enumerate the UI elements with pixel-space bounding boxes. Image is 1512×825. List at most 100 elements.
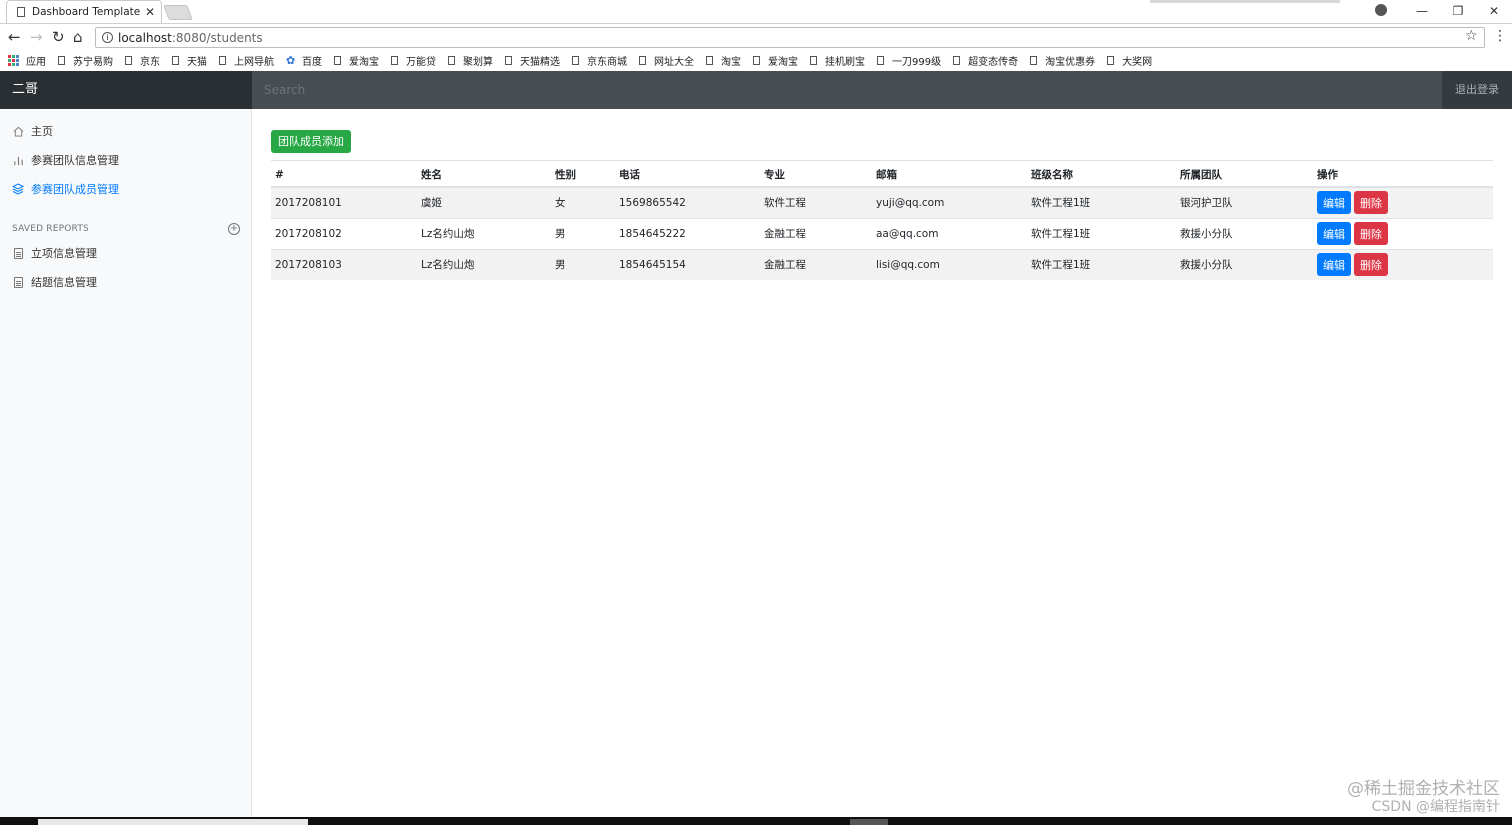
bookmark-jd-mall[interactable]: 京东商城 xyxy=(572,53,627,68)
profile-icon[interactable] xyxy=(1375,4,1387,16)
page-icon xyxy=(953,56,961,65)
home-button-icon[interactable]: ⌂ xyxy=(73,28,83,46)
file-text-icon xyxy=(12,276,24,288)
top-navbar: 二哥 退出登录 xyxy=(0,71,1512,109)
sidebar-item-label: 参赛团队成员管理 xyxy=(31,183,119,196)
bookmark-wannengdai[interactable]: 万能贷 xyxy=(391,53,436,68)
add-report-icon[interactable]: + xyxy=(228,223,240,235)
page-icon xyxy=(448,56,455,65)
add-member-button[interactable]: 团队成员添加 xyxy=(271,130,351,153)
navbar-brand[interactable]: 二哥 xyxy=(0,71,252,109)
bookmark-label: 爱淘宝 xyxy=(768,57,798,68)
apps-grid-icon[interactable] xyxy=(8,54,20,67)
browser-menu-icon[interactable]: ⋮ xyxy=(1493,28,1507,44)
bookmark-label: 超变态传奇 xyxy=(968,57,1019,68)
cell-actions: 编辑 删除 xyxy=(1313,248,1493,280)
cell-gender: 女 xyxy=(551,186,615,218)
bookmark-label: 天猫 xyxy=(187,57,207,68)
page-icon xyxy=(639,56,646,65)
bar-chart-icon xyxy=(12,154,24,166)
bookmark-label: 网址大全 xyxy=(654,57,694,68)
browser-tab-title: Dashboard Template fo xyxy=(32,6,141,18)
browser-tab-strip: Dashboard Template fo ✕ — ❐ ✕ xyxy=(0,0,1512,23)
col-id: # xyxy=(271,160,417,188)
bookmark-label: 聚划算 xyxy=(463,57,493,68)
os-taskbar xyxy=(0,817,1512,825)
delete-button[interactable]: 删除 xyxy=(1354,253,1388,277)
bookmark-url-directory[interactable]: 网址大全 xyxy=(639,53,694,68)
cell-email: aa@qq.com xyxy=(872,217,1027,249)
cell-actions: 编辑 删除 xyxy=(1313,186,1493,218)
sidebar-item-project-info[interactable]: 立项信息管理 xyxy=(12,244,97,262)
page-icon xyxy=(125,56,132,65)
close-window-button[interactable]: ✕ xyxy=(1476,4,1512,18)
page-icon xyxy=(219,56,226,65)
bookmark-tmall-select[interactable]: 天猫精选 xyxy=(505,53,560,68)
minimize-button[interactable]: — xyxy=(1404,4,1440,18)
sidebar-item-teams[interactable]: 参赛团队信息管理 xyxy=(12,151,119,169)
bookmark-taobao[interactable]: 淘宝 xyxy=(706,53,741,68)
back-arrow-icon[interactable]: ← xyxy=(8,28,21,46)
page-icon xyxy=(706,56,713,65)
browser-tab[interactable]: Dashboard Template fo ✕ xyxy=(6,0,162,23)
sidebar-item-closing-info[interactable]: 结题信息管理 xyxy=(12,273,97,291)
bookmark-tmall[interactable]: 天猫 xyxy=(172,53,207,68)
bookmark-dajiang[interactable]: 大奖网 xyxy=(1107,53,1152,68)
restore-button[interactable]: ❐ xyxy=(1440,4,1476,18)
bookmark-label: 淘宝 xyxy=(721,57,741,68)
bookmark-label: 万能贷 xyxy=(406,57,436,68)
layers-icon xyxy=(12,183,24,195)
sidebar-item-label: 主页 xyxy=(31,125,53,138)
delete-button[interactable]: 删除 xyxy=(1354,222,1388,245)
forward-arrow-icon[interactable]: → xyxy=(30,28,43,46)
bookmark-juhuasuan[interactable]: 聚划算 xyxy=(448,53,493,68)
edit-button[interactable]: 编辑 xyxy=(1317,253,1351,277)
bookmark-label: 大奖网 xyxy=(1122,57,1153,68)
bookmark-yidao[interactable]: 一刀999级 xyxy=(877,53,941,68)
bookmark-label: 天猫精选 xyxy=(520,57,560,68)
url-host: localhost xyxy=(118,30,172,45)
bookmark-chuanqi[interactable]: 超变态传奇 xyxy=(953,53,1018,68)
sidebar-item-home[interactable]: 主页 xyxy=(12,122,53,140)
bookmark-suning[interactable]: 苏宁易购 xyxy=(58,53,113,68)
cell-name: 虞姬 xyxy=(417,186,551,218)
bookmark-coupon[interactable]: 淘宝优惠券 xyxy=(1030,53,1095,68)
close-tab-icon[interactable]: ✕ xyxy=(145,5,155,19)
cell-id: 2017208102 xyxy=(271,217,417,249)
home-icon xyxy=(12,125,24,137)
bookmark-star-icon[interactable]: ☆ xyxy=(1465,28,1478,44)
delete-button[interactable]: 删除 xyxy=(1354,191,1388,215)
bookmark-nav[interactable]: 上网导航 xyxy=(219,53,274,68)
search-input[interactable] xyxy=(252,71,1442,109)
edit-button[interactable]: 编辑 xyxy=(1317,222,1351,245)
cell-name: Lz名约山炮 xyxy=(417,217,551,249)
bookmark-apps[interactable]: 应用 xyxy=(26,53,46,68)
page-icon xyxy=(572,56,579,65)
main-content: 团队成员添加 # 姓名 性别 电话 专业 邮箱 班级名称 所属团队 操作 201… xyxy=(252,109,1512,817)
cell-gender: 男 xyxy=(551,248,615,280)
bookmark-label: 爱淘宝 xyxy=(349,57,379,68)
reload-icon[interactable]: ↻ xyxy=(52,28,65,46)
page-icon xyxy=(58,56,65,65)
new-tab-button[interactable] xyxy=(163,5,193,20)
cell-class: 软件工程1班 xyxy=(1027,248,1176,280)
bookmark-label: 上网导航 xyxy=(234,57,274,68)
bookmark-baidu[interactable]: ✿ 百度 xyxy=(286,53,322,69)
tab-strip-shade xyxy=(1150,0,1340,3)
signout-link[interactable]: 退出登录 xyxy=(1442,71,1512,109)
page-icon xyxy=(334,56,341,65)
bookmark-guaji[interactable]: 挂机刷宝 xyxy=(810,53,865,68)
cell-gender: 男 xyxy=(551,217,615,249)
cell-phone: 1854645222 xyxy=(615,217,760,249)
watermark-line1: @稀土掘金技术社区 xyxy=(1347,779,1500,799)
col-phone: 电话 xyxy=(615,160,760,188)
edit-button[interactable]: 编辑 xyxy=(1317,191,1351,215)
bookmark-aitaobao-2[interactable]: 爱淘宝 xyxy=(753,53,798,68)
sidebar-item-members[interactable]: 参赛团队成员管理 xyxy=(12,180,119,198)
url-field[interactable]: i localhost:8080/students xyxy=(95,27,1485,48)
bookmark-aitaobao[interactable]: 爱淘宝 xyxy=(334,53,379,68)
page-icon xyxy=(877,56,884,65)
col-name: 姓名 xyxy=(417,160,551,188)
bookmark-jd[interactable]: 京东 xyxy=(125,53,160,68)
site-info-icon[interactable]: i xyxy=(102,32,113,43)
